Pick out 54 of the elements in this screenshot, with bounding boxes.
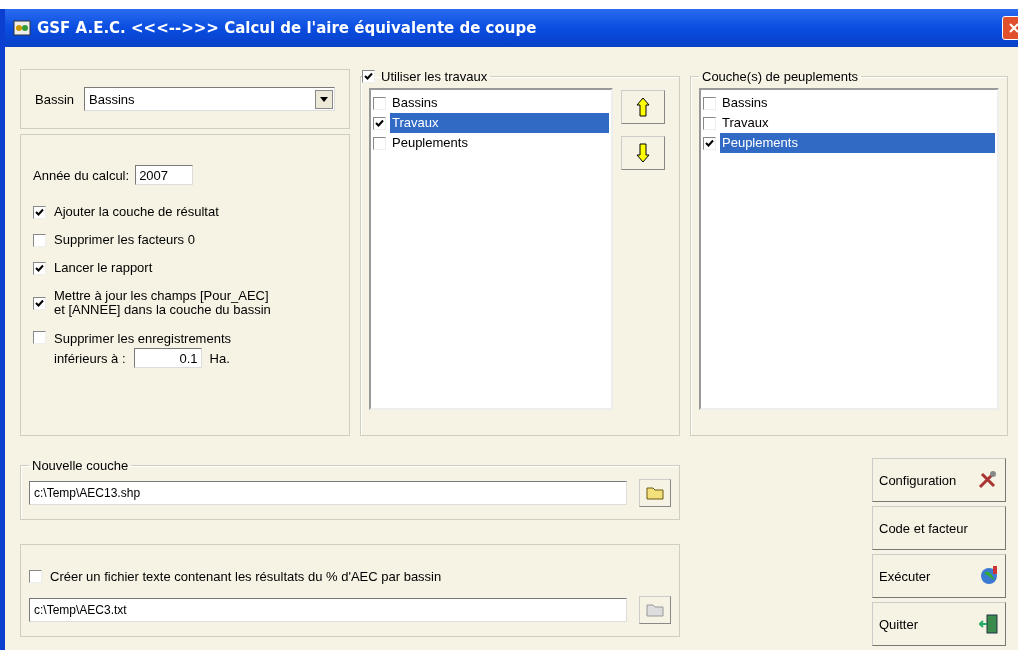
move-up-button[interactable] [621,90,665,124]
door-icon [979,613,999,635]
checkbox[interactable] [33,331,46,344]
list-item[interactable]: Bassins [720,93,995,113]
group-title: Nouvelle couche [31,458,130,473]
action-button[interactable]: Exécuter [872,554,1006,598]
group-label: Utiliser les travaux [381,69,488,84]
up-arrow-icon [636,97,650,117]
list-item[interactable]: Bassins [390,93,609,113]
app-icon [13,20,31,36]
year-label: Année du calcul: [33,167,130,183]
checkbox-label: Mettre à jour les champs [Pour_AEC] et [ANNEE] dans la couche du bassin [54,289,271,317]
checkbox[interactable] [373,136,386,150]
checkbox[interactable] [33,205,46,219]
list-item[interactable]: Peuplements [390,133,609,153]
checkbox-label: Créer un fichier texte contenant les résultats du % d'AEC par bassin [50,569,442,584]
checkbox[interactable] [373,96,386,110]
bassin-label: Bassin [35,91,75,107]
bassin-dropdown[interactable]: Bassins [84,87,335,111]
globe-icon [979,565,999,587]
checkbox[interactable] [33,296,46,310]
caret-icon [320,96,328,102]
checkbox[interactable] [362,70,375,83]
checkbox[interactable] [33,233,46,247]
action-button[interactable]: Code et facteur [872,506,1006,550]
folder-icon [646,486,664,500]
group-title: Couche(s) de peuplements [701,69,860,84]
checkbox-label: Supprimer les enregistrements [54,331,232,346]
checkbox[interactable] [703,116,716,130]
checkbox[interactable] [373,116,386,130]
threshold-field[interactable]: 0.1 [133,348,202,368]
action-button[interactable]: Quitter [872,602,1006,646]
window-title: GSF A.E.C. <<<-->>> Calcul de l'aire équivalente de coupe [37,19,538,37]
threshold-label: inférieurs à : [54,350,126,366]
folder-icon [646,603,664,617]
down-arrow-icon [636,143,650,163]
year-field[interactable]: 2007 [135,165,194,185]
path-field[interactable]: c:\Temp\AEC3.txt [29,598,627,622]
path-field[interactable]: c:\Temp\AEC13.shp [29,481,627,505]
checkbox-label: Supprimer les facteurs 0 [54,233,195,247]
checkbox[interactable] [29,570,42,583]
checkbox[interactable] [703,96,716,110]
list-item[interactable]: Travaux [720,113,995,133]
browse-button[interactable] [639,479,671,507]
checkbox-label: Lancer le rapport [54,261,153,275]
move-down-button[interactable] [621,136,665,170]
checkbox[interactable] [33,261,46,275]
unit-label: Ha. [209,350,230,366]
checkbox[interactable] [703,136,716,150]
list-item[interactable]: Peuplements [720,133,995,153]
list-item[interactable]: Travaux [390,113,609,133]
action-button[interactable]: Configuration [872,458,1006,502]
close-icon [1008,22,1018,34]
checkbox-label: Ajouter la couche de résultat [54,205,219,219]
